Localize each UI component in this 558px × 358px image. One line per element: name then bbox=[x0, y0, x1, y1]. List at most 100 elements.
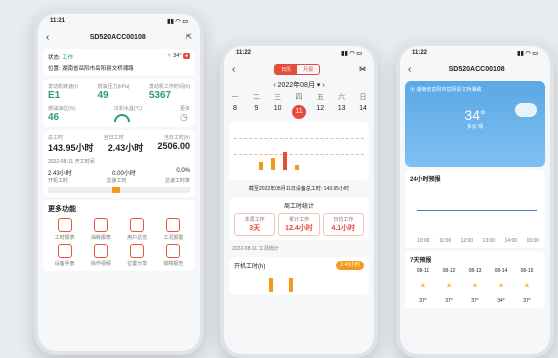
back-icon[interactable]: ‹ bbox=[408, 64, 411, 75]
phone-calendar: 11:22 ▮▮ ◠ ▭ ‹ 日历 月报 ⋈ ‹ 2022年08月 ▾ › 一 … bbox=[220, 42, 378, 358]
condition-text: 多云 晴 bbox=[466, 124, 484, 130]
metric-label: 冷却水温(℃) bbox=[113, 106, 143, 112]
metric-value: 46 bbox=[48, 112, 60, 123]
day-cell[interactable]: 10 bbox=[271, 105, 285, 119]
metric-value: 5367 bbox=[148, 90, 172, 101]
function-label: 位置分享 bbox=[127, 261, 148, 267]
work-label: 总工时 bbox=[48, 135, 64, 141]
report-icon bbox=[57, 218, 72, 232]
sun-icon: ☀ bbox=[497, 283, 505, 290]
stat-box: 日均工作 4.1小时 bbox=[322, 213, 364, 236]
function-item[interactable]: 设备手册 bbox=[48, 244, 81, 267]
stat-value: 12.4小时 bbox=[285, 225, 313, 232]
metrics-card: 发动机转速(r) E1 燃油压力(kPa) 49 发动机工作时间(h) 5367 燃油… bbox=[43, 79, 195, 127]
status-bar: 11:22 ▮▮ ◠ ▭ bbox=[224, 46, 374, 60]
sun-icon: ☀ bbox=[445, 283, 453, 290]
sun-icon: ☀ bbox=[419, 283, 427, 290]
status-bar: 11:22 ▮▮ ◠ ▭ bbox=[400, 46, 550, 60]
day-label: 怠速工时 bbox=[106, 178, 127, 184]
metric-value: E1 bbox=[48, 90, 61, 101]
function-item[interactable]: 用户总览 bbox=[121, 218, 154, 241]
hour-label: 11:00 bbox=[438, 238, 452, 244]
work-value: 143.95小时 bbox=[48, 143, 94, 153]
month-label: 2022年08月 bbox=[277, 82, 315, 89]
function-item[interactable]: 油耗报表 bbox=[84, 218, 117, 241]
function-item[interactable]: 操作视频 bbox=[84, 244, 117, 267]
stat-label: 累计工作 bbox=[288, 217, 309, 223]
fault-icon bbox=[166, 244, 181, 258]
share-icon[interactable]: ⋈ bbox=[359, 65, 366, 73]
work-value: 2506.00 bbox=[157, 141, 190, 151]
date-line: 2022-08-11 开工时间 bbox=[48, 159, 95, 165]
status-label: 状态: bbox=[48, 55, 61, 61]
day-label: 开机工时 bbox=[48, 178, 69, 184]
day-value: 2.43小时 bbox=[48, 171, 72, 177]
hour-label: 10:00 bbox=[417, 238, 430, 244]
stat-label: 日均工作 bbox=[333, 217, 354, 223]
date-label: 08-12 bbox=[442, 268, 456, 274]
detail-label: 开机工时(h) bbox=[234, 264, 266, 270]
total-hours-note: 截至2022年08月11日设备总工时: 143.95小时 bbox=[249, 186, 349, 192]
chart-bar bbox=[271, 158, 275, 170]
location-pin-icon: ⦿ bbox=[410, 87, 416, 93]
temp-curve bbox=[417, 210, 537, 211]
share-icon[interactable]: ⇱ bbox=[186, 33, 192, 41]
stat-label: 本周工作 bbox=[244, 217, 265, 223]
weekday-row: 一 二 三 四 五 六 日 bbox=[224, 92, 374, 102]
function-item[interactable]: 故障报告 bbox=[157, 244, 190, 267]
tab-monthly[interactable]: 月报 bbox=[297, 65, 319, 74]
detail-date: 2022-08-11 工况统计 bbox=[232, 246, 279, 252]
stat-box: 本周工作 3天 bbox=[234, 213, 276, 236]
clock-icon[interactable]: ◷ bbox=[180, 112, 190, 123]
section-title: 更多功能 bbox=[48, 206, 76, 213]
function-item[interactable]: 工况报警 bbox=[157, 218, 190, 241]
tab-calendar[interactable]: 日历 bbox=[275, 64, 298, 74]
day-cell[interactable]: 9 bbox=[249, 105, 263, 119]
weekday: 二 bbox=[252, 94, 260, 101]
alarm-icon bbox=[166, 218, 181, 232]
sun-icon: ☀ bbox=[523, 283, 531, 290]
hour-label: 15:00 bbox=[526, 238, 539, 244]
function-label: 工时报表 bbox=[54, 235, 75, 241]
location-label: 位置: bbox=[48, 66, 61, 72]
phone-device-detail: 11:21 ▮▮ ◠ ▭ ‹ SD520ACC00108 ⇱ 状态: 工作 ☀ … bbox=[34, 10, 204, 355]
weekday: 六 bbox=[338, 94, 346, 101]
function-item[interactable]: 位置分享 bbox=[121, 244, 154, 267]
more-label[interactable]: 更多 bbox=[180, 105, 190, 112]
nav-bar: ‹ SD520ACC00108 ⇱ bbox=[38, 28, 200, 46]
alert-badge: ● bbox=[182, 53, 190, 59]
day-temp: 37° bbox=[445, 298, 453, 304]
day-label: 怠速工时率 bbox=[164, 178, 190, 184]
day-cell[interactable]: 12 bbox=[313, 105, 327, 119]
function-label: 故障报告 bbox=[163, 261, 184, 267]
weekday: 五 bbox=[316, 94, 324, 101]
phone-weather: 11:22 ▮▮ ◠ ▭ ‹ SD520ACC00108 ⦿ 湖南省岳阳市岳阳县… bbox=[396, 42, 554, 358]
day-temp: 34° bbox=[497, 298, 505, 304]
function-item[interactable]: 工时报表 bbox=[48, 218, 81, 241]
date-label: 08-13 bbox=[468, 268, 482, 274]
day-temp: 37° bbox=[523, 298, 531, 304]
metric-label: 发动机工作时间(h) bbox=[148, 84, 190, 90]
day-cell[interactable]: 13 bbox=[335, 105, 349, 119]
back-icon[interactable]: ‹ bbox=[46, 32, 49, 43]
temp-value: 34° bbox=[173, 53, 182, 59]
day-temp: 37° bbox=[419, 298, 427, 304]
weather-icon: ☀ bbox=[166, 53, 172, 59]
gauge-icon bbox=[113, 114, 130, 122]
day-cell[interactable]: 14 bbox=[356, 105, 370, 119]
day-cell[interactable]: 8 bbox=[228, 105, 242, 119]
back-icon[interactable]: ‹ bbox=[232, 64, 235, 75]
page-title: SD520ACC00108 bbox=[448, 65, 505, 73]
day-cell-selected[interactable]: 11 bbox=[291, 105, 306, 119]
day-value: 0.0% bbox=[176, 168, 190, 174]
hour-label: 14:00 bbox=[504, 238, 518, 244]
chart-bar bbox=[295, 165, 299, 170]
day-row: 8 9 10 11 12 13 14 bbox=[224, 105, 374, 119]
hour-label: 12:00 bbox=[460, 238, 474, 244]
chart-bar bbox=[269, 278, 273, 292]
metric-label: 燃油压力(kPa) bbox=[97, 84, 130, 90]
clock: 11:22 bbox=[412, 50, 428, 56]
user-icon bbox=[130, 218, 145, 232]
forecast-7d-card: 7天预报 08-11 08-12 08-13 08-14 08-15 ☀ ☀ ☀… bbox=[405, 251, 545, 308]
month-selector[interactable]: ‹ 2022年08月 ▾ › bbox=[224, 80, 374, 90]
